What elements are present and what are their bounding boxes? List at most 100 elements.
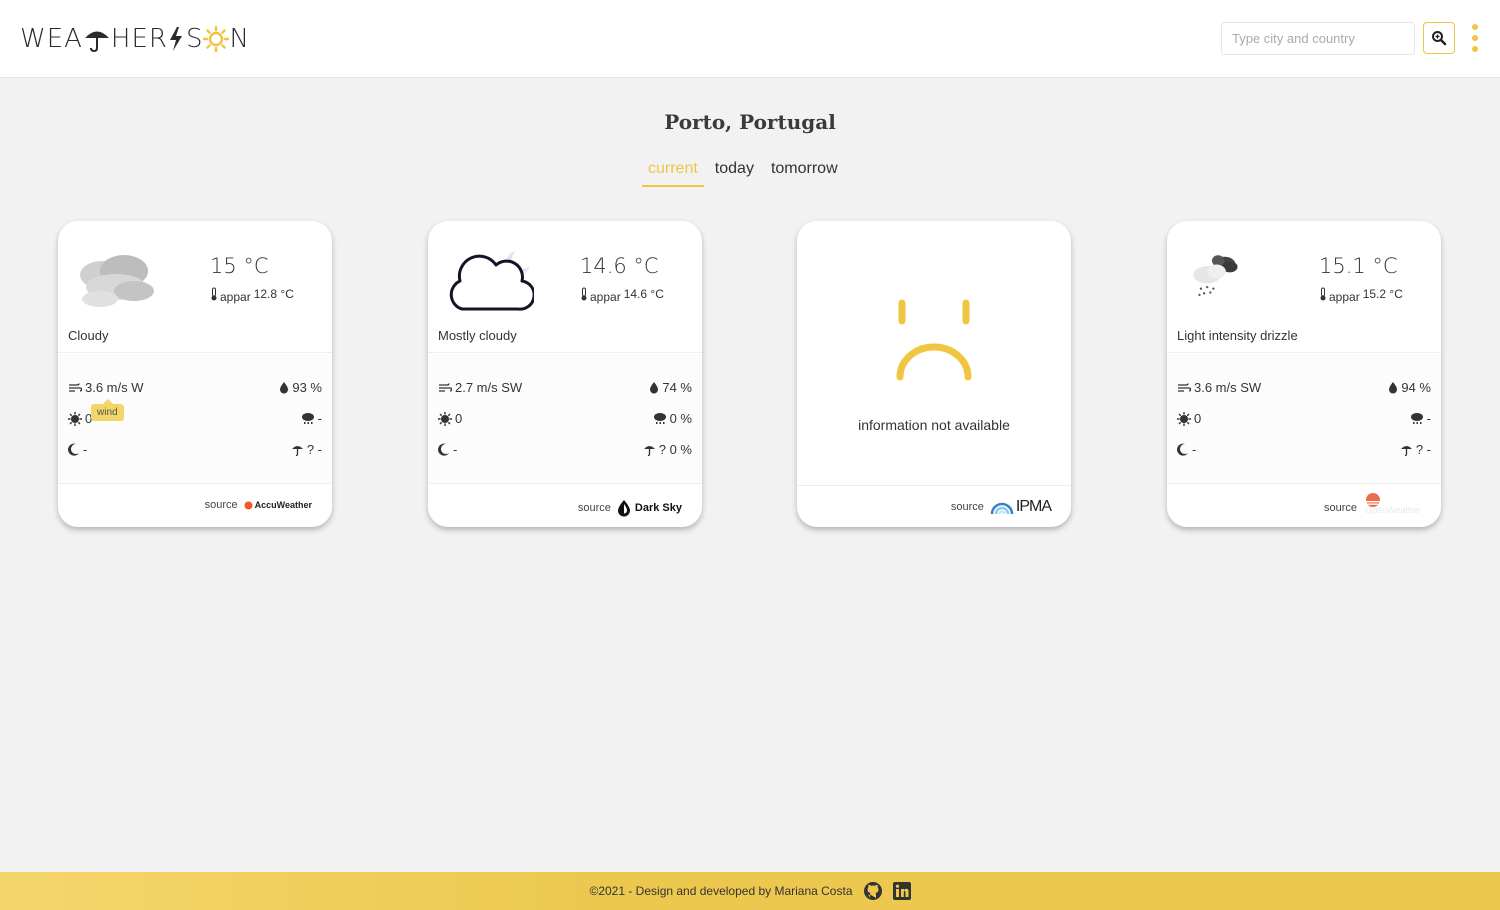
temperature: 15 °C (210, 254, 269, 278)
precip-value: - (1426, 411, 1431, 426)
sun-icon (203, 26, 230, 52)
humidity-icon[interactable] (649, 381, 659, 394)
source-attribution[interactable]: source Dark Sky (578, 499, 682, 517)
source-attribution[interactable]: source OpenWeather (1323, 493, 1421, 517)
source-name: AccuWeather (254, 500, 312, 510)
humidity-value: 93 % (292, 380, 322, 395)
drizzle-icon (1193, 255, 1238, 297)
unavailable-message: information not available (858, 417, 1010, 433)
precip-value: 0 % (669, 411, 692, 426)
menu-button[interactable] (1468, 24, 1482, 52)
precip-value: - (317, 411, 322, 426)
weather-description: Light intensity drizzle (1177, 328, 1298, 343)
thermometer-icon (211, 287, 217, 301)
humidity-icon[interactable] (279, 381, 289, 394)
footer: ©2021 - Design and developed by Mariana … (0, 872, 1500, 910)
thermometer-icon (581, 287, 587, 301)
source-label: source (1323, 502, 1357, 514)
moon-value: - (83, 442, 88, 457)
uv-icon[interactable] (1177, 411, 1191, 426)
apparent-temperature: appar 12.8 °C (210, 287, 294, 304)
rain-cloud-icon[interactable] (1410, 412, 1424, 425)
search-icon (1432, 31, 1447, 46)
cloudy-icon (80, 255, 154, 307)
source-name: Dark Sky (634, 502, 682, 514)
lightning-icon (169, 27, 182, 51)
source-attribution[interactable]: source IPMA (950, 498, 1052, 516)
uv-icon[interactable] (68, 411, 82, 426)
source-name: IPMA (1015, 498, 1052, 515)
tab-current[interactable]: current (642, 158, 704, 187)
logo-text: HER (110, 24, 168, 54)
weather-card-accuweather: 15 °C appar 12.8 °C Cloudy 3.6 m/s W 93 … (58, 221, 332, 527)
appar-label: appar (220, 290, 251, 304)
menu-dot (1472, 35, 1478, 41)
weather-card-darksky: 14.6 °C appar 14.6 °C Mostly cloudy 2.7 … (428, 221, 702, 527)
appar-label: appar (590, 290, 621, 304)
appar-label: appar (1329, 290, 1360, 304)
weather-description: Cloudy (68, 328, 109, 343)
moon-value: - (453, 442, 458, 457)
wind-value: 3.6 m/s W (85, 380, 144, 395)
umbrella-icon (84, 31, 109, 53)
wind-icon[interactable] (68, 382, 82, 394)
precip-prob-value: ? - (306, 442, 322, 457)
wind-value: 3.6 m/s SW (1194, 380, 1262, 395)
github-icon[interactable] (863, 881, 883, 901)
wind-tooltip: wind (91, 399, 124, 421)
rain-cloud-icon[interactable] (653, 412, 667, 425)
menu-dot (1472, 46, 1478, 52)
wind-icon[interactable] (438, 382, 452, 394)
temperature: 15.1 °C (1319, 254, 1398, 278)
moon-value: - (1192, 442, 1197, 457)
temperature: 14.6 °C (580, 254, 659, 278)
appar-value: 14.6 °C (623, 287, 664, 301)
precip-prob-value: ? 0 % (658, 442, 692, 457)
ipma-rainbow-icon (990, 502, 1014, 514)
logo-text: N (229, 24, 250, 54)
weather-card-ipma: information not available source IPMA (797, 221, 1071, 527)
mostly-cloudy-night-icon (449, 251, 534, 311)
top-bar: WEA HER S N (0, 0, 1500, 78)
ipma-logo: IPMA (990, 498, 1052, 516)
thermometer-icon (1320, 287, 1326, 301)
wind-value: 2.7 m/s SW (455, 380, 523, 395)
humidity-icon[interactable] (1388, 381, 1398, 394)
forecast-tabs: current today tomorrow (642, 158, 849, 187)
app-logo[interactable]: WEA HER S N (20, 24, 250, 54)
precip-prob-value: ? - (1415, 442, 1431, 457)
umbrella-icon[interactable] (291, 443, 304, 456)
linkedin-icon[interactable] (892, 882, 911, 900)
source-label: source (577, 502, 611, 514)
search-button[interactable] (1423, 22, 1455, 54)
apparent-temperature: appar 14.6 °C (580, 287, 664, 304)
location-title: Porto, Portugal (664, 110, 836, 134)
humidity-value: 74 % (662, 380, 692, 395)
source-label: source (950, 501, 984, 513)
umbrella-icon[interactable] (1400, 443, 1413, 456)
logo-text: WEA (20, 24, 83, 54)
darksky-logo: Dark Sky (617, 499, 682, 517)
menu-dot (1472, 24, 1478, 30)
tab-today[interactable]: today (709, 158, 760, 187)
tab-tomorrow[interactable]: tomorrow (765, 158, 844, 187)
rain-cloud-icon[interactable] (301, 412, 315, 425)
moon-icon[interactable] (438, 443, 450, 456)
moon-icon[interactable] (1177, 443, 1189, 456)
source-attribution[interactable]: source AccuWeather (205, 499, 312, 511)
uv-value: 0 (455, 411, 463, 426)
sad-face-icon (896, 299, 972, 381)
appar-value: 12.8 °C (253, 287, 294, 301)
uv-icon[interactable] (438, 411, 452, 426)
moon-icon[interactable] (68, 443, 80, 456)
source-name: OpenWeather (1365, 505, 1421, 515)
darksky-drop-icon (617, 500, 630, 517)
weather-card-openweather: 15.1 °C appar 15.2 °C Light intensity dr… (1167, 221, 1441, 527)
wind-icon[interactable] (1177, 382, 1191, 394)
search-input[interactable] (1221, 22, 1415, 55)
appar-value: 15.2 °C (1362, 287, 1403, 301)
source-label: source (204, 499, 238, 511)
uv-value: 0 (1194, 411, 1202, 426)
weather-description: Mostly cloudy (438, 328, 517, 343)
umbrella-icon[interactable] (643, 443, 656, 456)
